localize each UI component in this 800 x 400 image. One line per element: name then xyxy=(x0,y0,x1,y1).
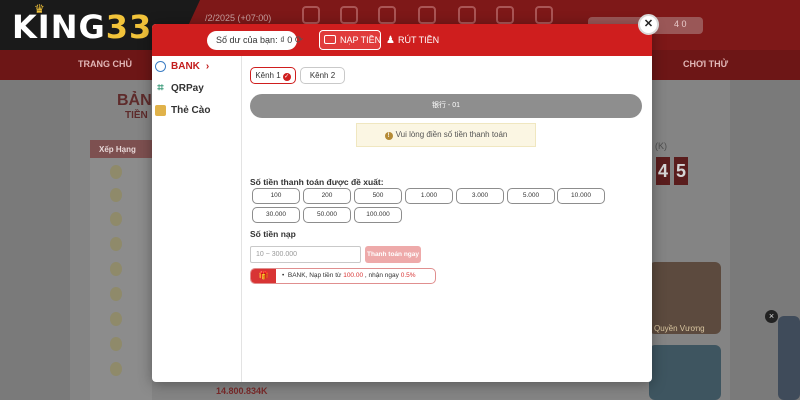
tab-withdraw[interactable]: ♟ RÚT TIỀN xyxy=(386,30,439,50)
top-menu-icon[interactable] xyxy=(418,6,436,24)
channel-1-label: Kênh 1 xyxy=(255,71,281,80)
amount-option[interactable]: 3.000 xyxy=(456,188,504,204)
game-tile[interactable] xyxy=(649,345,721,400)
channel-2-label: Kênh 2 xyxy=(309,71,336,80)
floating-promo[interactable] xyxy=(778,316,800,400)
amount-option[interactable]: 200 xyxy=(303,188,351,204)
background-date: /2/2025 (+07:00) xyxy=(205,13,272,23)
channel-1[interactable]: Kênh 1 ✓ xyxy=(250,67,296,84)
top-menu-icon[interactable] xyxy=(535,6,553,24)
balance-value: ₫ 0 xyxy=(280,35,293,45)
top-menu-icon[interactable] xyxy=(378,6,396,24)
channel-2[interactable]: Kênh 2 xyxy=(300,67,345,84)
close-modal-button[interactable]: ✕ xyxy=(638,14,659,35)
qr-icon: ⌗ xyxy=(157,81,164,94)
tab-withdraw-label: RÚT TIỀN xyxy=(397,35,440,45)
medal-icon xyxy=(110,237,122,251)
amount-option[interactable]: 1.000 xyxy=(405,188,453,204)
top-menu-icon[interactable] xyxy=(496,6,514,24)
nav-demo[interactable]: CHƠI THỬ xyxy=(683,59,728,69)
pay-now-button[interactable]: Thanh toán ngay xyxy=(365,246,421,263)
amount-option[interactable]: 5.000 xyxy=(507,188,555,204)
wallet-icon xyxy=(324,35,336,44)
amount-input[interactable] xyxy=(250,246,361,263)
deposit-modal: Số dư của bạn: ₫ 0 ⟳ NẠP TIỀN ♟ RÚT TIỀN … xyxy=(152,24,652,382)
payment-method-sidebar: BANK › ⌗ QRPay Thẻ Cào xyxy=(152,56,242,382)
jackpot-digit: 5 xyxy=(674,157,688,185)
nav-home[interactable]: TRANG CHỦ xyxy=(78,59,132,69)
promo-text: • BANK, Nạp tiền từ 100.00 , nhận ngay 0… xyxy=(282,272,416,279)
medal-icon xyxy=(110,188,122,202)
amount-label: Số tiền nạp xyxy=(250,229,296,239)
method-card-label: Thẻ Cào xyxy=(171,104,211,116)
medal-icon xyxy=(110,212,122,226)
card-icon xyxy=(155,104,166,116)
jackpot-label: (K) xyxy=(655,141,667,151)
amount-option[interactable]: 100.000 xyxy=(354,207,402,223)
gift-icon: 🎁 xyxy=(251,269,276,283)
background-login-text: 4 0 xyxy=(674,19,687,29)
amount-option[interactable]: 100 xyxy=(252,188,300,204)
rank-header-label: Xếp Hạng xyxy=(99,145,136,154)
medal-icon xyxy=(110,287,122,301)
refresh-icon[interactable]: ⟳ xyxy=(295,35,303,46)
jackpot-digit: 4 xyxy=(656,157,670,185)
background-heading: BẢN xyxy=(117,92,152,109)
medal-icon xyxy=(110,337,122,351)
medal-icon xyxy=(110,262,122,276)
game-tile-caption: Quyền Vương xyxy=(654,324,705,333)
tab-deposit-label: NẠP TIỀN xyxy=(340,35,382,45)
notice-text: Vui lòng điền số tiền thanh toán xyxy=(395,130,508,139)
suggest-label: Số tiền thanh toán được đề xuất: xyxy=(250,177,384,187)
bank-icon xyxy=(155,60,166,72)
amount-notice: ! Vui lòng điền số tiền thanh toán xyxy=(356,123,536,147)
balance-display: Số dư của bạn: ₫ 0 ⟳ xyxy=(207,31,303,50)
brand-logo-text: KING33 xyxy=(12,8,153,46)
promo-banner: 🎁 • BANK, Nạp tiền từ 100.00 , nhận ngay… xyxy=(250,268,436,284)
tab-deposit[interactable]: NẠP TIỀN xyxy=(319,30,381,50)
amount-option[interactable]: 500 xyxy=(354,188,402,204)
medal-icon xyxy=(110,165,122,179)
method-qrpay[interactable]: ⌗ QRPay xyxy=(155,80,204,96)
medal-icon xyxy=(110,362,122,376)
deposit-form: Kênh 1 ✓ Kênh 2 银行 - 01 ! Vui lòng điền số… xyxy=(250,56,650,382)
person-icon: ♟ xyxy=(386,35,395,46)
amount-option[interactable]: 50.000 xyxy=(303,207,351,223)
top-menu-icon[interactable] xyxy=(458,6,476,24)
info-icon: ! xyxy=(384,132,393,140)
method-qrpay-label: QRPay xyxy=(171,82,204,94)
close-icon[interactable]: × xyxy=(765,310,778,323)
bank-selector[interactable]: 银行 - 01 xyxy=(250,94,642,118)
method-bank[interactable]: BANK › xyxy=(155,58,209,74)
balance-label: Số dư của bạn: xyxy=(216,35,278,45)
method-bank-label: BANK xyxy=(171,60,200,72)
background-subheading: TIỀN xyxy=(125,110,148,121)
method-card[interactable]: Thẻ Cào xyxy=(155,102,210,118)
chevron-right-icon: › xyxy=(205,60,210,72)
top-menu-icon[interactable] xyxy=(302,6,320,24)
check-icon: ✓ xyxy=(282,73,291,81)
modal-header: Số dư của bạn: ₫ 0 ⟳ NẠP TIỀN ♟ RÚT TIỀN xyxy=(152,24,652,56)
medal-icon xyxy=(110,312,122,326)
amount-option[interactable]: 30.000 xyxy=(252,207,300,223)
top-menu-icon[interactable] xyxy=(340,6,358,24)
amount-option[interactable]: 10.000 xyxy=(557,188,605,204)
background-amount: 14.800.834K xyxy=(216,386,268,396)
